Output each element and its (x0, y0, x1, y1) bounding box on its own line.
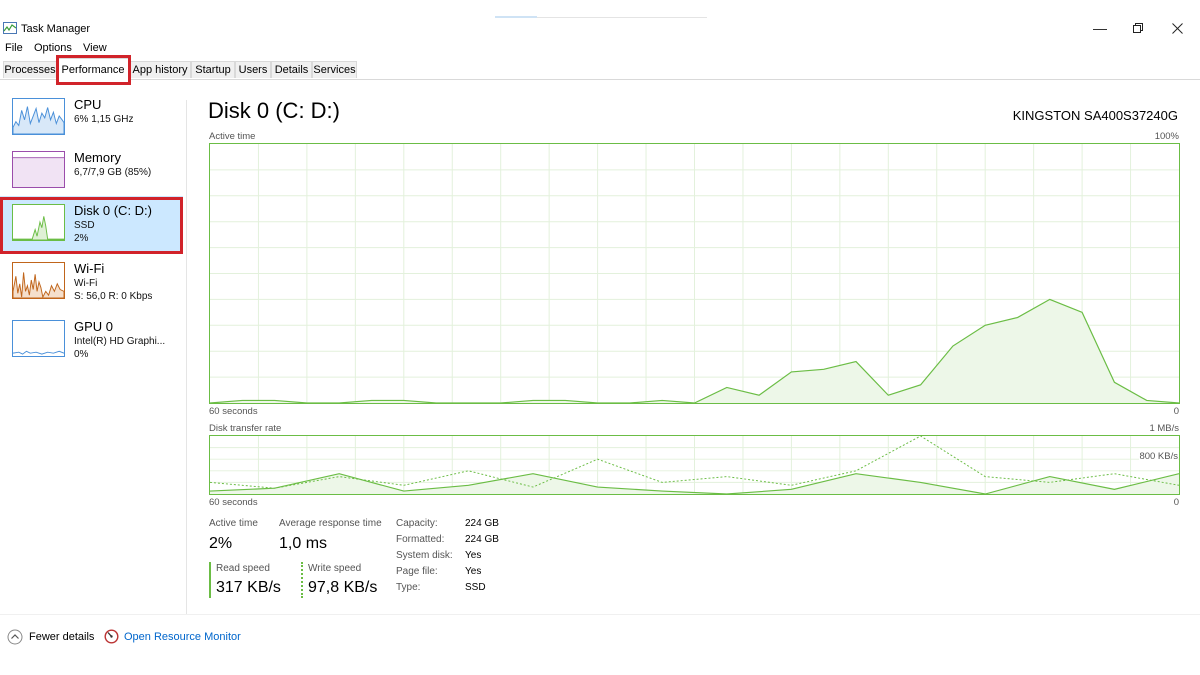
sidebar-gpu-name: GPU 0 (74, 319, 114, 334)
sidebar-divider (186, 100, 187, 615)
active-time-graph (209, 143, 1180, 404)
footer-divider (0, 614, 1200, 615)
tab-services[interactable]: Services (312, 61, 357, 78)
minimize-icon: — (1093, 20, 1107, 36)
sidebar-item-gpu[interactable]: GPU 0 Intel(R) HD Graphi... 0% (0, 312, 183, 370)
tab-processes[interactable]: Processes (3, 61, 57, 78)
gpu-thumbnail (12, 320, 65, 357)
menu-view[interactable]: View (83, 42, 107, 54)
fewer-details-label: Fewer details (29, 631, 95, 643)
cpu-thumbnail (12, 98, 65, 135)
resource-monitor-label: Open Resource Monitor (124, 630, 241, 643)
transfer-rate-graph (209, 435, 1180, 495)
capacity-value: 224 GB (465, 518, 499, 529)
transfer-graph-duration: 60 seconds (209, 497, 258, 508)
sidebar-item-wifi[interactable]: Wi-Fi Wi-Fi S: 56,0 R: 0 Kbps (0, 254, 183, 312)
minimize-button[interactable]: — (1085, 14, 1115, 42)
sidebar-gpu-adapter: Intel(R) HD Graphi... (74, 336, 166, 347)
system-disk-label: System disk: (396, 550, 453, 561)
tab-details[interactable]: Details (271, 61, 312, 78)
active-time-graph-min: 0 (1173, 406, 1179, 417)
menu-options[interactable]: Options (34, 42, 72, 54)
write-speed-marker (301, 562, 303, 598)
sidebar-wifi-adapter: Wi-Fi (74, 278, 98, 289)
sidebar-item-cpu[interactable]: CPU 6% 1,15 GHz (0, 90, 183, 148)
page-title: Disk 0 (C: D:) (208, 98, 340, 123)
disk-model: KINGSTON SA400S37240G (1012, 108, 1178, 123)
active-time-graph-label: Active time (209, 131, 256, 142)
active-time-graph-duration: 60 seconds (209, 406, 258, 417)
memory-thumbnail (12, 151, 65, 188)
sidebar-memory-detail: 6,7/7,9 GB (85%) (74, 167, 152, 178)
type-value: SSD (465, 582, 486, 593)
transfer-graph-label: Disk transfer rate (209, 423, 282, 434)
task-manager-icon (3, 22, 17, 34)
sidebar-cpu-name: CPU (74, 97, 102, 112)
avg-response-label: Average response time (279, 518, 382, 529)
sidebar-item-memory[interactable]: Memory 6,7/7,9 GB (85%) (0, 143, 183, 201)
sidebar-wifi-throughput: S: 56,0 R: 0 Kbps (74, 291, 153, 302)
sidebar-wifi-name: Wi-Fi (74, 261, 105, 276)
read-speed-marker (209, 562, 211, 598)
transfer-graph-mid: 800 KB/s (1139, 451, 1178, 462)
formatted-value: 224 GB (465, 534, 499, 545)
title-accent-line (537, 17, 707, 18)
page-file-label: Page file: (396, 566, 438, 577)
write-speed-value: 97,8 KB/s (308, 579, 378, 596)
restore-icon (1133, 23, 1143, 33)
avg-response-value: 1,0 ms (279, 535, 328, 552)
open-resource-monitor-link[interactable]: Open Resource Monitor (104, 629, 241, 644)
system-disk-value: Yes (465, 550, 482, 561)
sidebar-cpu-detail: 6% 1,15 GHz (74, 114, 134, 125)
resource-monitor-icon (104, 629, 119, 644)
title-bar (0, 0, 1200, 40)
close-icon (1171, 22, 1183, 34)
type-label: Type: (396, 582, 421, 593)
sidebar-memory-name: Memory (74, 150, 121, 165)
performance-tab-highlight (56, 55, 131, 85)
tab-startup[interactable]: Startup (191, 61, 235, 78)
capacity-label: Capacity: (396, 518, 438, 529)
transfer-graph-min: 0 (1173, 497, 1179, 508)
title-accent (495, 16, 537, 18)
disk-item-highlight (0, 197, 183, 254)
active-time-graph-max: 100% (1154, 131, 1179, 142)
transfer-graph-max: 1 MB/s (1149, 423, 1179, 434)
window-title: Task Manager (21, 23, 91, 35)
restore-button[interactable] (1123, 14, 1153, 42)
formatted-label: Formatted: (396, 534, 445, 545)
tab-app-history[interactable]: App history (129, 61, 191, 78)
close-button[interactable] (1162, 14, 1192, 42)
page-file-value: Yes (465, 566, 482, 577)
sidebar-gpu-usage: 0% (74, 349, 89, 360)
read-speed-value: 317 KB/s (216, 579, 281, 596)
wifi-thumbnail (12, 262, 65, 299)
write-speed-label: Write speed (308, 563, 362, 574)
chevron-up-icon (7, 629, 23, 645)
read-speed-label: Read speed (216, 563, 270, 574)
active-time-value: 2% (209, 535, 233, 552)
active-time-label: Active time (209, 518, 258, 529)
fewer-details-button[interactable]: Fewer details (7, 629, 94, 645)
menu-file[interactable]: File (5, 42, 23, 54)
tab-users[interactable]: Users (235, 61, 271, 78)
